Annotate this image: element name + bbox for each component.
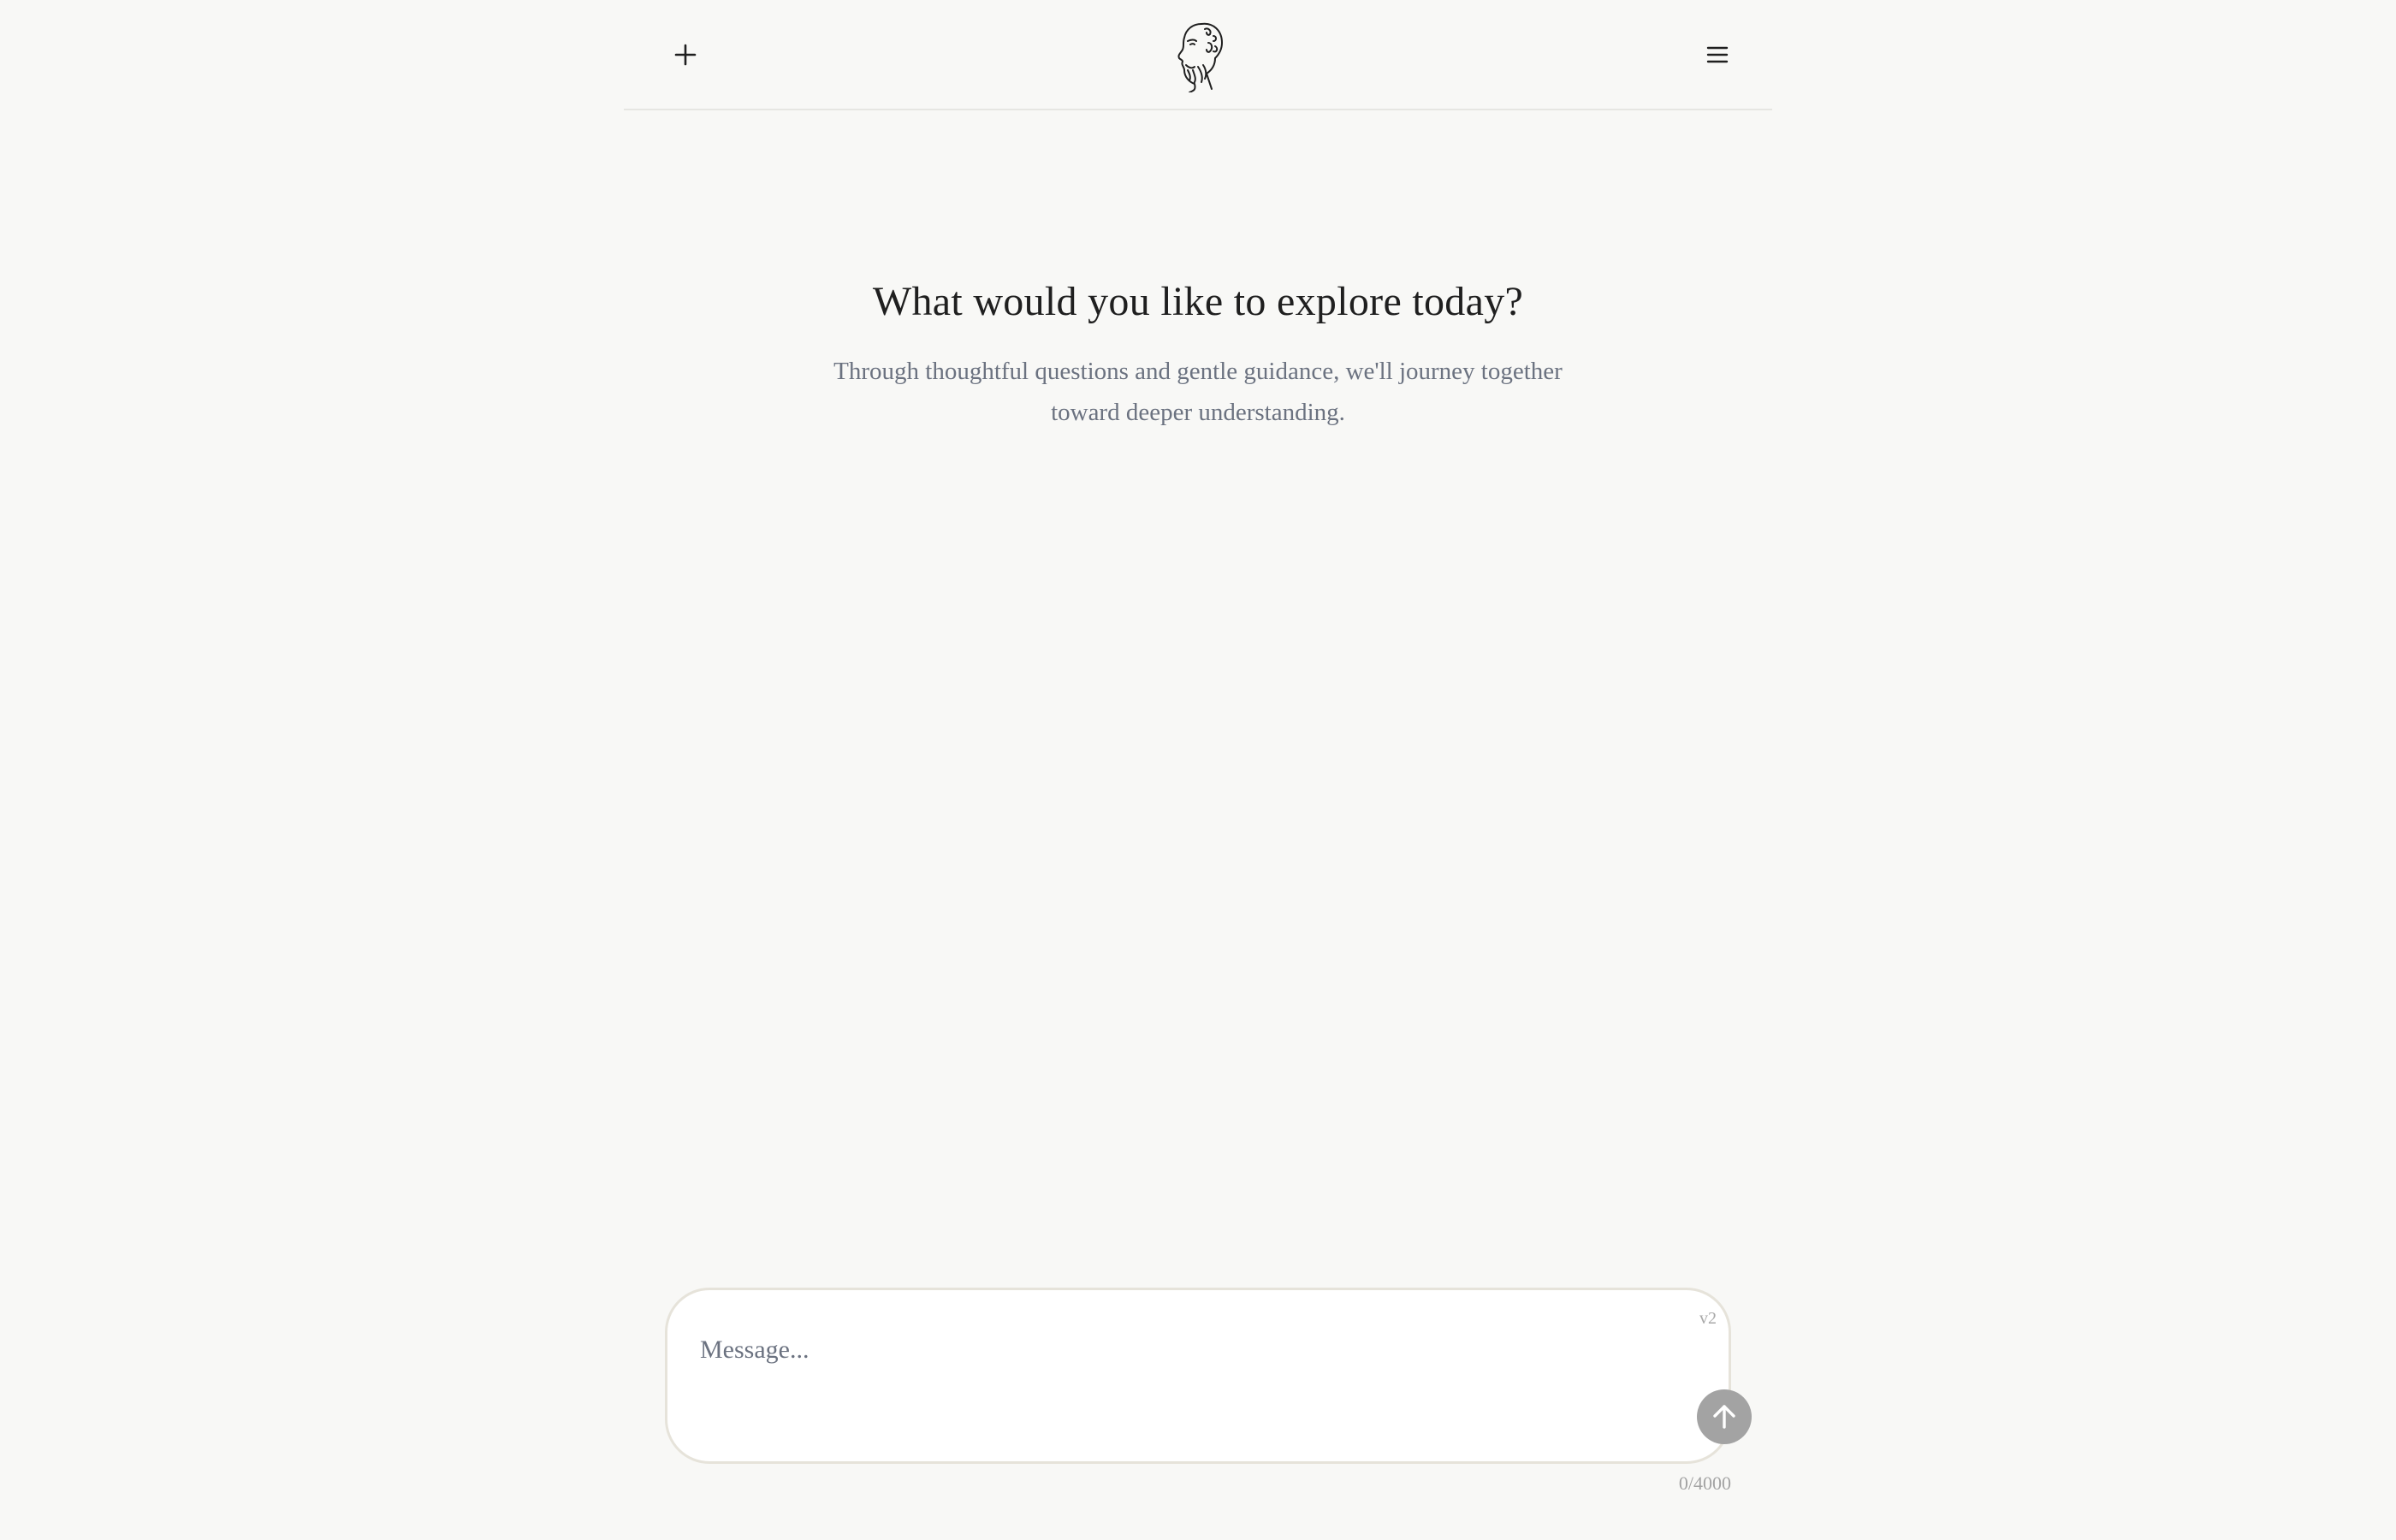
menu-button[interactable]	[1692, 29, 1743, 80]
arrow-up-icon	[1713, 1405, 1735, 1429]
welcome-title: What would you like to explore today?	[872, 279, 1524, 324]
message-input[interactable]	[700, 1324, 1624, 1376]
character-counter: 0/4000	[1678, 1472, 1731, 1494]
top-bar	[624, 0, 1772, 110]
app-frame: What would you like to explore today? Th…	[624, 0, 1772, 1540]
version-tag: v2	[1699, 1309, 1717, 1328]
message-composer: v2	[665, 1288, 1752, 1464]
new-chat-button[interactable]	[660, 29, 711, 80]
send-button[interactable]	[1697, 1389, 1752, 1444]
welcome-subtitle: Through thoughtful questions and gentle …	[833, 358, 1563, 426]
plus-icon	[674, 44, 697, 66]
welcome-section: What would you like to explore today? Th…	[624, 272, 1772, 433]
philosopher-head-logo-icon	[1164, 17, 1232, 93]
hamburger-menu-icon	[1706, 46, 1729, 63]
